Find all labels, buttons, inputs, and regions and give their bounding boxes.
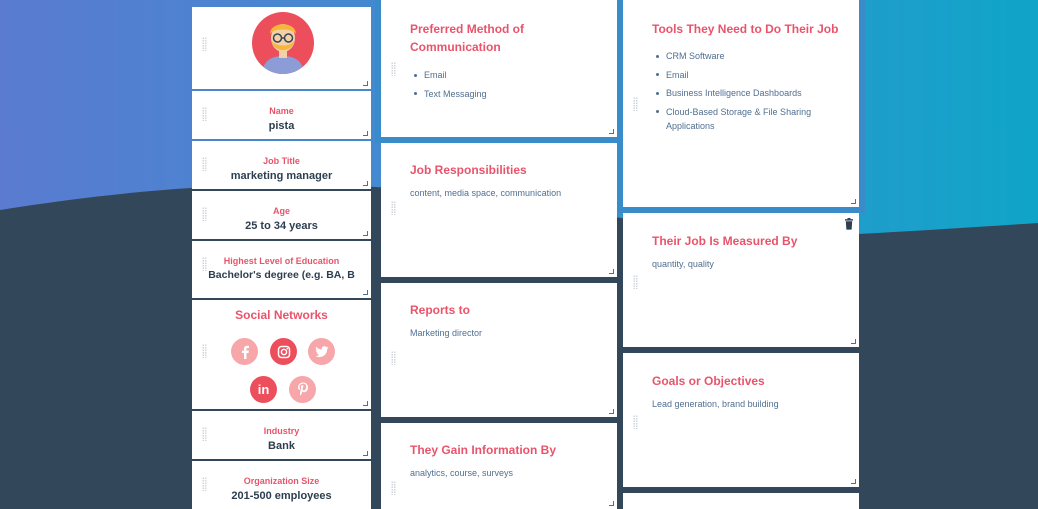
field-value: 201-500 employees (231, 490, 332, 502)
field-label: Age (272, 206, 290, 216)
resize-handle[interactable] (609, 501, 614, 506)
drag-handle[interactable] (633, 415, 638, 429)
field-value: 25 to 34 years (245, 220, 318, 232)
drag-handle[interactable] (391, 62, 396, 76)
resize-handle[interactable] (363, 290, 368, 295)
field-label: Organization Size (243, 476, 320, 486)
resize-handle[interactable] (609, 269, 614, 274)
list-item: Text Messaging (410, 87, 599, 101)
card-title: Tools They Need to Do Their Job (652, 22, 839, 36)
field-job-title[interactable]: Job Title marketing manager (192, 141, 371, 189)
card-text: content, media space, communication (410, 188, 562, 198)
avatar[interactable] (251, 11, 315, 75)
resize-handle[interactable] (363, 451, 368, 456)
card-gain-information[interactable]: They Gain Information By analytics, cour… (381, 423, 617, 509)
resize-handle[interactable] (851, 479, 856, 484)
resize-handle[interactable] (609, 129, 614, 134)
resize-handle[interactable] (363, 231, 368, 236)
resize-handle[interactable] (851, 199, 856, 204)
card-list: CRM Software Email Business Intelligence… (652, 49, 841, 137)
card-partial[interactable] (623, 493, 859, 509)
social-networks-title: Social Networks (235, 308, 328, 322)
pinterest-icon[interactable] (289, 376, 316, 403)
drag-handle[interactable] (202, 37, 207, 51)
card-text: Lead generation, brand building (652, 399, 779, 409)
drag-handle[interactable] (391, 351, 396, 365)
card-communication[interactable]: Preferred Method of Communication Email … (381, 0, 617, 137)
field-value: marketing manager (230, 170, 333, 182)
resize-handle[interactable] (363, 131, 368, 136)
card-job-responsibilities[interactable]: Job Responsibilities content, media spac… (381, 143, 617, 277)
field-name[interactable]: Name pista (192, 91, 371, 139)
list-item: Email (652, 68, 841, 82)
card-tools[interactable]: Tools They Need to Do Their Job CRM Soft… (623, 0, 859, 207)
field-value: Bank (268, 440, 295, 452)
list-item: Cloud-Based Storage & File Sharing Appli… (652, 105, 841, 133)
card-title: Goals or Objectives (652, 374, 765, 388)
trash-icon[interactable] (844, 218, 854, 230)
field-label: Job Title (263, 156, 300, 166)
drag-handle[interactable] (633, 275, 638, 289)
card-text: analytics, course, surveys (410, 468, 514, 478)
twitter-icon[interactable] (308, 338, 335, 365)
resize-handle[interactable] (363, 181, 368, 186)
field-age[interactable]: Age 25 to 34 years (192, 191, 371, 239)
card-text: quantity, quality (652, 259, 714, 269)
field-label: Industry (263, 426, 300, 436)
resize-handle[interactable] (363, 401, 368, 406)
card-title: They Gain Information By (410, 443, 557, 457)
facebook-icon[interactable] (231, 338, 258, 365)
list-item: CRM Software (652, 49, 841, 63)
card-title: Job Responsibilities (410, 163, 527, 177)
field-value: pista (268, 120, 295, 132)
card-title: Their Job Is Measured By (652, 234, 798, 248)
resize-handle[interactable] (363, 81, 368, 86)
list-item: Business Intelligence Dashboards (652, 86, 841, 100)
card-reports-to[interactable]: Reports to Marketing director (381, 283, 617, 417)
field-value: Bachelor's degree (e.g. BA, B (208, 269, 355, 281)
resize-handle[interactable] (851, 339, 856, 344)
list-item: Email (410, 68, 599, 82)
field-organization-size[interactable]: Organization Size 201-500 employees (192, 461, 371, 509)
social-networks-card[interactable]: Social Networks in (192, 300, 371, 409)
field-education[interactable]: Highest Level of Education Bachelor's de… (192, 241, 371, 298)
card-text: Marketing director (410, 328, 483, 338)
linkedin-icon[interactable]: in (250, 376, 277, 403)
drag-handle[interactable] (391, 201, 396, 215)
resize-handle[interactable] (609, 409, 614, 414)
instagram-icon[interactable] (270, 338, 297, 365)
drag-handle[interactable] (633, 97, 638, 111)
field-label: Name (269, 106, 294, 116)
card-measured-by[interactable]: Their Job Is Measured By quantity, quali… (623, 213, 859, 347)
card-goals[interactable]: Goals or Objectives Lead generation, bra… (623, 353, 859, 487)
drag-handle[interactable] (202, 344, 207, 358)
field-label: Highest Level of Education (223, 256, 340, 266)
drag-handle[interactable] (391, 481, 396, 495)
card-title: Preferred Method of Communication (410, 22, 525, 54)
avatar-card[interactable] (192, 7, 371, 89)
card-list: Email Text Messaging (410, 68, 599, 105)
card-title: Reports to (410, 303, 470, 317)
field-industry[interactable]: Industry Bank (192, 411, 371, 459)
